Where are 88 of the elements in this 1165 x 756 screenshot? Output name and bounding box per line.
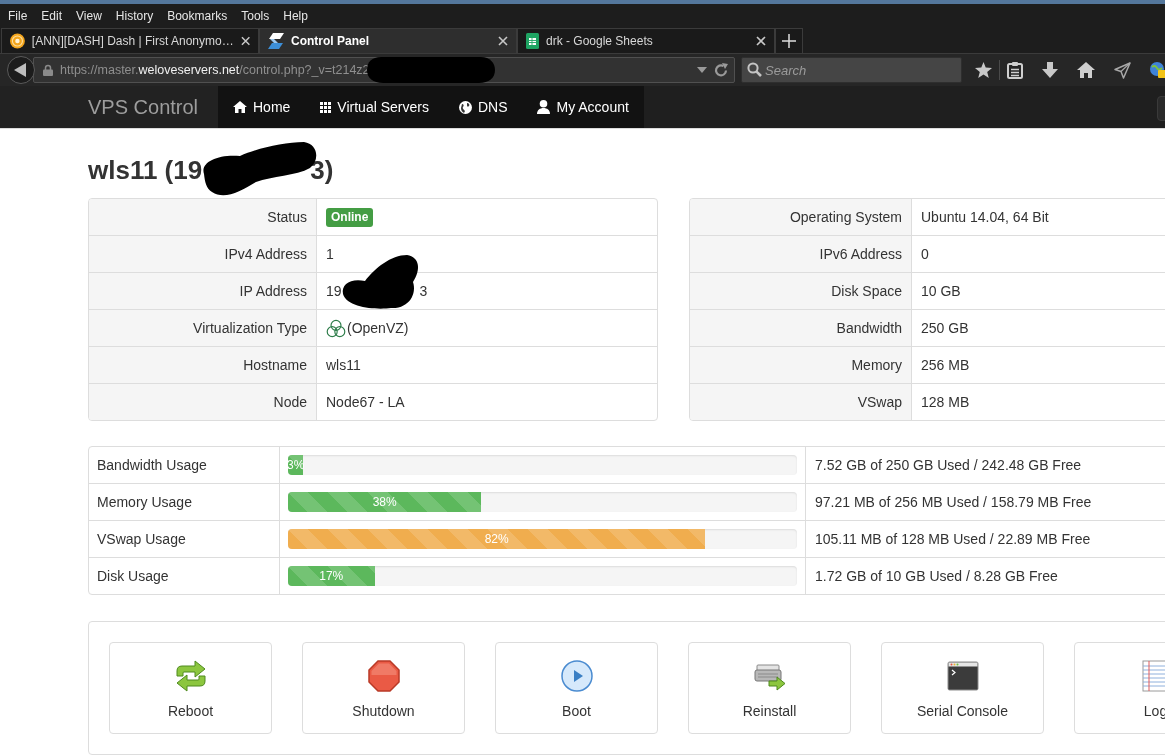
menu-item[interactable]: View bbox=[76, 8, 102, 23]
search-icon bbox=[747, 62, 762, 77]
download-icon[interactable] bbox=[1042, 62, 1058, 78]
row-label: Node bbox=[89, 384, 317, 420]
menu-item[interactable]: Edit bbox=[41, 8, 63, 23]
home-icon[interactable] bbox=[1077, 62, 1095, 78]
row-label: Disk Space bbox=[690, 273, 912, 309]
menu-item[interactable]: Tools bbox=[241, 8, 270, 23]
grid-icon bbox=[320, 101, 332, 113]
dropdown-caret-icon[interactable] bbox=[697, 67, 707, 73]
user-icon bbox=[537, 100, 551, 114]
nav-link[interactable]: My Account bbox=[522, 86, 644, 128]
globe-icon bbox=[458, 100, 472, 114]
play-icon bbox=[560, 659, 593, 692]
star-icon[interactable] bbox=[975, 62, 992, 78]
home-icon bbox=[233, 101, 247, 113]
stop-icon bbox=[367, 659, 400, 692]
row-value: (OpenVZ) bbox=[347, 320, 409, 336]
row-label: IPv4 Address bbox=[89, 236, 317, 272]
close-icon[interactable] bbox=[240, 36, 250, 46]
row-label: VSwap bbox=[690, 384, 912, 420]
three-circles-icon bbox=[326, 318, 346, 338]
row-value: 256 MB bbox=[921, 357, 970, 373]
usage-label: Disk Usage bbox=[89, 558, 280, 594]
back-icon bbox=[14, 63, 26, 77]
search-field[interactable]: Search bbox=[741, 57, 962, 83]
lock-icon bbox=[43, 64, 53, 76]
close-icon[interactable] bbox=[498, 36, 508, 46]
row-label: Hostname bbox=[89, 347, 317, 383]
nav-link[interactable]: Home bbox=[218, 86, 306, 128]
terminal-icon bbox=[946, 659, 979, 692]
action-button[interactable]: Reinstall bbox=[688, 642, 851, 734]
menu-item[interactable]: Help bbox=[283, 8, 308, 23]
action-button[interactable]: Reboot bbox=[109, 642, 272, 734]
back-button[interactable] bbox=[7, 56, 35, 84]
row-value: 128 MB bbox=[921, 394, 970, 410]
row-label: Memory bbox=[690, 347, 912, 383]
progress-label: 82% bbox=[484, 531, 509, 548]
status-badge: Online bbox=[326, 207, 374, 227]
row-value: 0 bbox=[921, 246, 929, 262]
nav-link[interactable]: Virtual Servers bbox=[305, 86, 444, 128]
address-bar[interactable]: https://master.weloveservers.net/control.php?_v=t214z2 bbox=[33, 57, 735, 83]
reload-icon[interactable] bbox=[714, 63, 728, 77]
new-tab-button[interactable] bbox=[775, 28, 803, 53]
usage-label: VSwap Usage bbox=[89, 521, 280, 557]
notepad-icon bbox=[1139, 659, 1165, 692]
action-button[interactable]: Shutdown bbox=[302, 642, 465, 734]
url-text: https://master.weloveservers.net/control.php?_v=t214z2 bbox=[60, 63, 370, 77]
row-value: wls11 bbox=[326, 357, 361, 373]
row-value: 10 GB bbox=[921, 283, 961, 299]
coin-icon bbox=[10, 33, 25, 49]
row-label: IPv6 Address bbox=[690, 236, 912, 272]
row-value: 250 GB bbox=[921, 320, 969, 336]
plus-icon bbox=[782, 34, 796, 48]
tab[interactable]: drk - Google Sheets bbox=[517, 28, 775, 53]
usage-label: Memory Usage bbox=[89, 484, 280, 520]
row-label: Operating System bbox=[690, 199, 912, 235]
nav-link[interactable]: DNS bbox=[443, 86, 523, 128]
spreadsheet-icon bbox=[526, 33, 539, 49]
progress-label: 17% bbox=[319, 568, 344, 585]
usage-label: Bandwidth Usage bbox=[89, 447, 280, 483]
tab[interactable]: [ANN][DASH] Dash | First Anonymo… bbox=[1, 28, 259, 53]
row-value: Node67 - LA bbox=[326, 394, 405, 410]
usage-summary: 105.11 MB of 128 MB Used / 22.89 MB Free bbox=[814, 530, 1092, 549]
clipboard-icon[interactable] bbox=[1007, 61, 1023, 79]
usage-summary: 7.52 GB of 250 GB Used / 242.48 GB Free bbox=[814, 456, 1083, 475]
page-title: wls11 (19 3) bbox=[88, 156, 334, 184]
menu-item[interactable]: File bbox=[8, 8, 28, 23]
globe-icon[interactable] bbox=[1150, 62, 1165, 78]
row-value: 19 3 bbox=[326, 283, 428, 299]
row-label: Status bbox=[89, 199, 317, 235]
row-label: IP Address bbox=[89, 273, 317, 309]
action-button[interactable]: Serial Console bbox=[881, 642, 1044, 734]
progress-label: 38% bbox=[372, 494, 397, 511]
row-label: Bandwidth bbox=[690, 310, 912, 346]
row-value: 1 bbox=[326, 246, 334, 262]
close-icon[interactable] bbox=[756, 36, 766, 46]
action-button[interactable]: Boot bbox=[495, 642, 658, 734]
row-value: Ubuntu 14.04, 64 Bit bbox=[921, 209, 1049, 225]
paper-plane-icon[interactable] bbox=[1114, 61, 1131, 79]
tab[interactable]: Control Panel bbox=[259, 28, 517, 53]
refresh-icon bbox=[174, 659, 207, 692]
row-label: Virtualization Type bbox=[89, 310, 317, 346]
menu-item[interactable]: Bookmarks bbox=[167, 8, 228, 23]
menu-item[interactable]: History bbox=[115, 8, 154, 23]
logo-icon bbox=[268, 33, 284, 49]
usage-summary: 97.21 MB of 256 MB Used / 158.79 MB Free bbox=[814, 493, 1093, 512]
usage-summary: 1.72 GB of 10 GB Used / 8.28 GB Free bbox=[814, 567, 1059, 586]
